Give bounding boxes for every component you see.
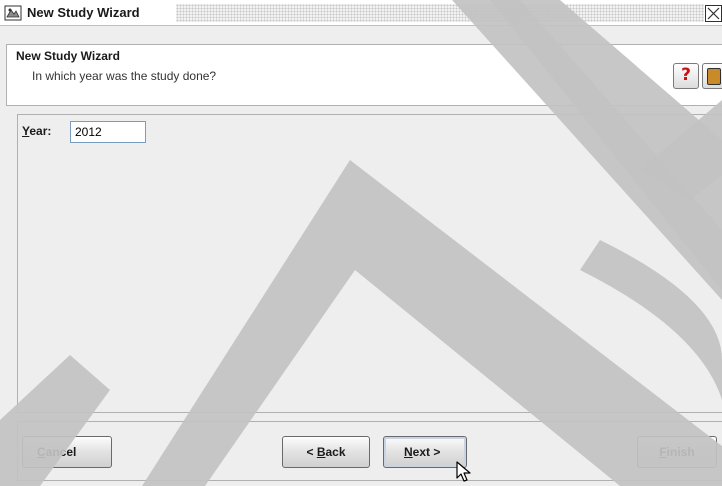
header-subtitle: In which year was the study done? [32, 69, 217, 83]
book-button[interactable] [702, 63, 722, 89]
title-bar[interactable]: New Study Wizard [0, 0, 722, 26]
close-icon[interactable] [705, 5, 722, 22]
cancel-button-label: Cancel [37, 445, 77, 459]
header-title: New Study Wizard [16, 49, 120, 63]
book-icon [707, 68, 721, 85]
year-label-text: ear: [29, 124, 52, 138]
back-button-label: < Back [306, 445, 346, 459]
next-button[interactable]: Next > [383, 436, 467, 468]
content-panel [17, 114, 722, 413]
finish-button[interactable]: Finish [637, 436, 717, 468]
help-question-icon: ? [681, 65, 691, 85]
cancel-button[interactable]: Cancel [22, 436, 112, 468]
wizard-app-icon [4, 4, 22, 22]
window-title: New Study Wizard [27, 5, 140, 20]
year-input[interactable] [70, 121, 146, 143]
help-button[interactable]: ? [673, 63, 699, 89]
back-button[interactable]: < Back [282, 436, 370, 468]
title-bar-pattern [176, 4, 704, 22]
wizard-window: New Study Wizard New Study Wizard In whi… [0, 0, 722, 486]
next-button-label: Next > [404, 445, 441, 459]
finish-button-label: Finish [659, 445, 695, 459]
mouse-pointer-icon [456, 461, 472, 483]
year-label: Year: [22, 124, 51, 138]
